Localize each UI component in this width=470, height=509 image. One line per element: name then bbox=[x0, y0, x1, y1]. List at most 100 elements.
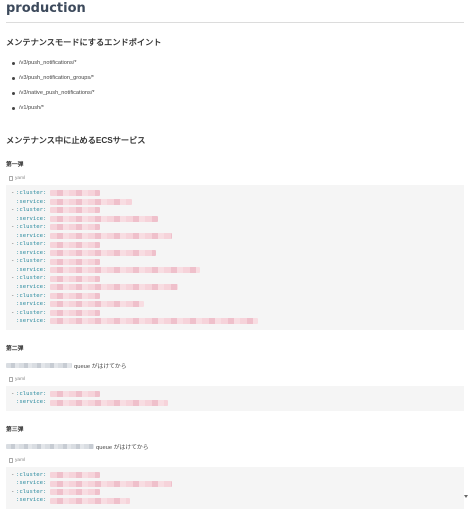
endpoint-list: /v3/push_notifications/* /v3/push_notifi… bbox=[6, 56, 464, 116]
redacted-value bbox=[50, 190, 100, 197]
endpoint-item: /v3/native_push_notifications/* bbox=[12, 86, 464, 101]
yaml-key: :cluster: bbox=[16, 224, 47, 231]
code-line: -:cluster: bbox=[11, 223, 460, 232]
yaml-key: :cluster: bbox=[16, 488, 47, 495]
redacted-value bbox=[50, 241, 100, 248]
phase2-code: -:cluster::service: bbox=[6, 385, 464, 411]
yaml-key: :cluster: bbox=[16, 241, 47, 248]
code-line: :service: bbox=[11, 496, 460, 505]
yaml-key: :service: bbox=[16, 399, 47, 406]
yaml-key: :service: bbox=[16, 249, 47, 256]
scroll-down-icon[interactable] bbox=[464, 495, 468, 498]
yaml-key: :service: bbox=[16, 497, 47, 504]
ecs-services-heading: メンテナンス中に止めるECSサービス bbox=[6, 136, 146, 145]
yaml-key: :cluster: bbox=[16, 309, 47, 316]
code-line: :service: bbox=[11, 398, 460, 407]
code-line: :service: bbox=[11, 479, 460, 488]
redacted-value bbox=[50, 250, 156, 257]
redacted-value bbox=[50, 284, 178, 291]
phase1-title: 第一弾 bbox=[6, 162, 24, 168]
code-line: -:cluster: bbox=[11, 488, 460, 497]
yaml-key: :cluster: bbox=[16, 471, 47, 478]
code-line: -:cluster: bbox=[11, 240, 460, 249]
code-language: yaml bbox=[15, 457, 26, 463]
file-icon bbox=[9, 376, 13, 382]
yaml-key: :service: bbox=[16, 266, 47, 273]
yaml-key: :service: bbox=[16, 318, 47, 325]
endpoints-heading: メンテナンスモードにするエンドポイント bbox=[6, 38, 162, 47]
phase3-code-block: yaml -:cluster::service: -:cluster::servi… bbox=[6, 457, 464, 509]
code-line: :service: bbox=[11, 198, 460, 207]
redacted-value bbox=[50, 198, 132, 205]
redacted-value bbox=[50, 292, 100, 299]
file-icon bbox=[9, 457, 13, 463]
yaml-key: :service: bbox=[16, 480, 47, 487]
page-title: production bbox=[6, 0, 464, 23]
code-language: yaml bbox=[15, 176, 26, 181]
yaml-key: :cluster: bbox=[16, 190, 47, 196]
code-line: -:cluster: bbox=[11, 292, 460, 301]
yaml-key: :cluster: bbox=[16, 292, 47, 299]
phase2-note: queue がはけてから bbox=[6, 361, 464, 370]
code-language-label: yaml bbox=[9, 376, 464, 382]
phase3-title: 第三弾 bbox=[6, 426, 24, 433]
code-line: :service: bbox=[11, 300, 460, 309]
phase2-note-text: queue がはけてから bbox=[74, 363, 127, 370]
code-line: :service: bbox=[11, 283, 460, 292]
yaml-key: :service: bbox=[16, 215, 47, 222]
code-line: -:cluster: bbox=[11, 471, 460, 480]
redacted-value bbox=[50, 489, 100, 496]
yaml-key: :service: bbox=[16, 284, 47, 291]
phase2-title: 第二弾 bbox=[6, 345, 24, 352]
redacted-value bbox=[50, 233, 172, 239]
redacted-value bbox=[50, 318, 258, 325]
code-language-label: yaml bbox=[9, 176, 464, 181]
endpoint-item: /v3/push_notifications/* bbox=[12, 56, 464, 71]
code-line: :service: bbox=[11, 215, 460, 224]
document-page: production メンテナンスモードにするエンドポイント /v3/push_… bbox=[0, 0, 470, 509]
yaml-key: :service: bbox=[16, 198, 47, 205]
yaml-key: :service: bbox=[16, 232, 47, 239]
code-line: :service: bbox=[11, 266, 460, 275]
redacted-value bbox=[50, 480, 172, 487]
code-line: :service: bbox=[11, 317, 460, 326]
redacted-value bbox=[50, 391, 100, 398]
yaml-key: :cluster: bbox=[16, 207, 47, 214]
phase1-code: -:cluster::service: -:cluster::service: -:… bbox=[6, 185, 464, 330]
redacted-queue-name bbox=[6, 443, 94, 449]
code-line: -:cluster: bbox=[11, 309, 460, 318]
redacted-value bbox=[50, 207, 100, 214]
endpoint-item: /v1/push/* bbox=[12, 101, 464, 116]
phase1-code-block: yaml -:cluster::service: -:cluster::servi… bbox=[6, 176, 464, 330]
code-line: -:cluster: bbox=[11, 257, 460, 266]
redacted-value bbox=[50, 497, 130, 504]
code-language: yaml bbox=[15, 376, 26, 382]
redacted-value bbox=[50, 301, 144, 308]
redacted-value bbox=[50, 472, 100, 479]
code-line: -:cluster: bbox=[11, 189, 460, 198]
phase3-code: -:cluster::service: -:cluster::service: bbox=[6, 466, 464, 509]
file-icon bbox=[9, 176, 13, 181]
phase3-note: queue がはけてから bbox=[6, 442, 464, 451]
redacted-value bbox=[50, 215, 158, 222]
code-line: -:cluster: bbox=[11, 390, 460, 399]
redacted-value bbox=[50, 275, 100, 282]
redacted-value bbox=[50, 309, 100, 316]
yaml-key: :cluster: bbox=[16, 390, 47, 397]
yaml-key: :service: bbox=[16, 301, 47, 308]
redacted-value bbox=[50, 258, 100, 265]
code-line: -:cluster: bbox=[11, 206, 460, 215]
redacted-queue-name bbox=[6, 362, 72, 368]
yaml-key: :cluster: bbox=[16, 258, 47, 265]
code-line: :service: bbox=[11, 249, 460, 258]
redacted-value bbox=[50, 399, 168, 406]
phase2-code-block: yaml -:cluster::service: bbox=[6, 376, 464, 411]
phase3-note-text: queue がはけてから bbox=[96, 444, 149, 451]
code-line: :service: bbox=[11, 232, 460, 241]
redacted-value bbox=[50, 224, 100, 231]
code-line: -:cluster: bbox=[11, 274, 460, 283]
code-language-label: yaml bbox=[9, 457, 464, 463]
redacted-value bbox=[50, 267, 200, 274]
yaml-key: :cluster: bbox=[16, 275, 47, 282]
endpoint-item: /v3/push_notification_groups/* bbox=[12, 71, 464, 86]
